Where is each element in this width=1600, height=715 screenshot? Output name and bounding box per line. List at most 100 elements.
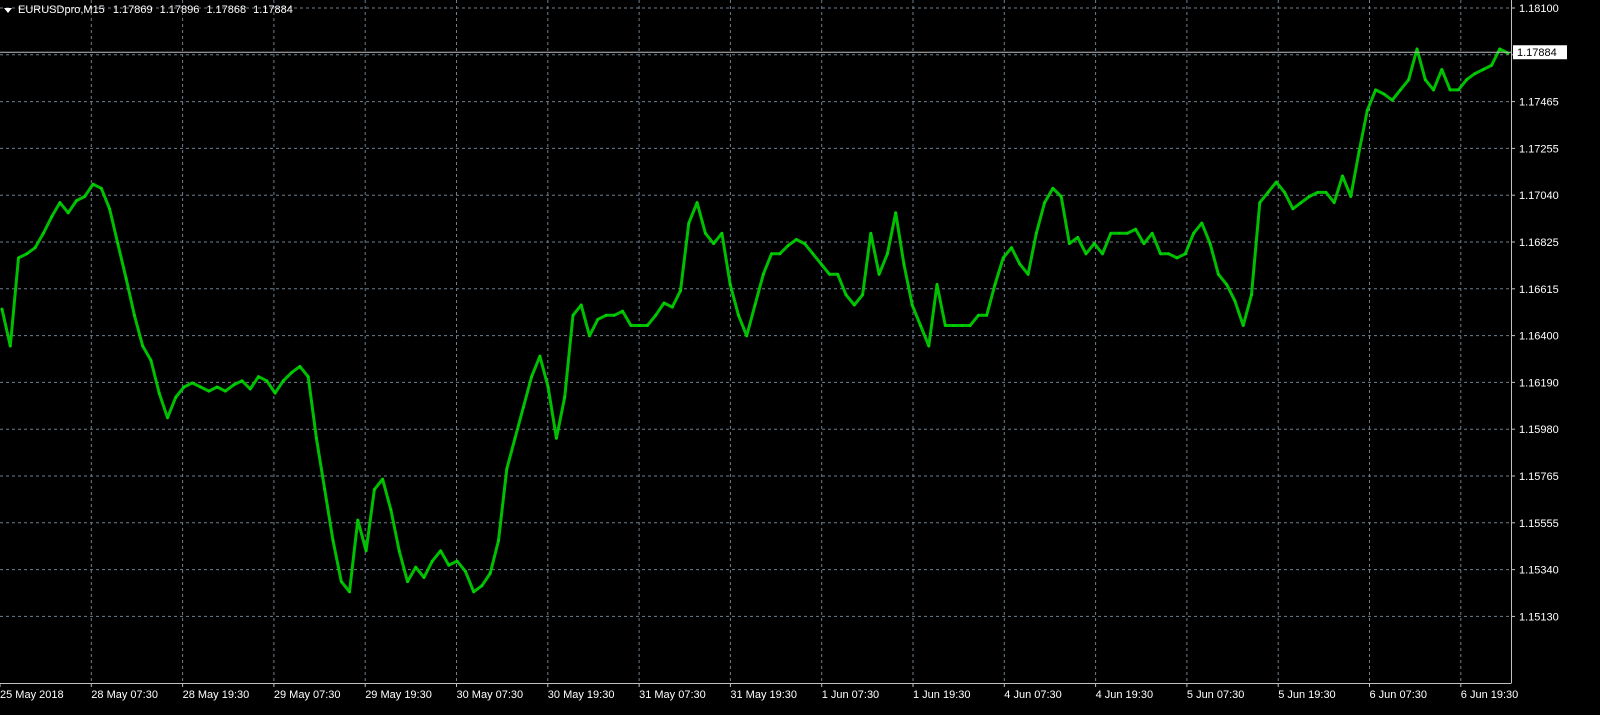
data-point <box>571 313 575 317</box>
y-tick-label: 1.15555 <box>1519 518 1559 530</box>
x-tick-label: 30 May 19:30 <box>548 689 615 701</box>
x-tick-label: 29 May 07:30 <box>274 689 341 701</box>
data-point <box>364 549 368 553</box>
data-point <box>1415 47 1419 51</box>
data-point <box>99 186 103 190</box>
data-point <box>720 231 724 235</box>
data-point <box>505 467 509 471</box>
data-point <box>778 252 782 256</box>
data-point <box>414 565 418 569</box>
data-point <box>1068 242 1071 246</box>
data-point <box>877 272 881 276</box>
data-point <box>248 387 252 391</box>
data-point <box>298 365 302 368</box>
data-point <box>190 381 194 385</box>
x-tick-label: 6 Jun 07:30 <box>1370 689 1428 701</box>
data-point <box>339 580 343 583</box>
data-point <box>1217 272 1220 276</box>
data-point <box>1150 231 1154 235</box>
data-point <box>753 303 757 307</box>
data-point <box>1225 283 1229 286</box>
data-point <box>695 201 699 205</box>
y-tick-label: 1.15340 <box>1519 565 1559 577</box>
data-point <box>1457 88 1460 92</box>
data-point <box>1316 191 1320 194</box>
data-point <box>728 283 732 286</box>
data-point <box>596 318 600 321</box>
data-point <box>985 313 989 317</box>
data-point <box>563 395 567 399</box>
x-tick-label: 31 May 19:30 <box>730 689 797 701</box>
data-point <box>646 324 649 327</box>
data-point <box>199 385 203 389</box>
data-point <box>530 375 533 379</box>
data-point <box>803 242 806 246</box>
data-point <box>174 395 178 399</box>
data-point <box>1134 227 1137 231</box>
data-point <box>1490 64 1493 67</box>
price-chart[interactable]: 1.181001.176801.174651.172551.170401.168… <box>0 0 1600 715</box>
data-point <box>795 238 798 241</box>
data-point <box>373 488 376 491</box>
y-tick-label: 1.18100 <box>1519 3 1559 15</box>
data-point <box>315 436 318 440</box>
x-tick-label: 6 Jun 19:30 <box>1461 689 1519 701</box>
y-tick-label: 1.16615 <box>1519 284 1559 296</box>
data-point <box>621 309 624 313</box>
data-point <box>381 477 384 481</box>
data-point <box>273 391 277 395</box>
data-point <box>886 252 889 256</box>
data-point <box>1059 195 1063 198</box>
data-point <box>977 313 980 317</box>
data-point <box>1332 201 1336 205</box>
data-point <box>712 242 715 246</box>
x-tick-label: 1 Jun 19:30 <box>913 689 971 701</box>
data-point <box>1250 293 1253 297</box>
chart-menu-triangle-icon[interactable] <box>4 7 12 13</box>
data-point <box>1200 221 1204 225</box>
x-tick-label: 4 Jun 07:30 <box>1004 689 1062 701</box>
data-point <box>356 518 360 522</box>
data-point <box>968 324 972 327</box>
data-point <box>588 334 591 338</box>
data-point <box>17 256 20 260</box>
data-point <box>1423 78 1427 82</box>
data-point <box>1349 195 1353 198</box>
x-tick-label: 28 May 07:30 <box>91 689 158 701</box>
data-point <box>546 385 550 389</box>
x-tick-label: 25 May 2018 <box>0 689 64 701</box>
data-point <box>1498 47 1502 51</box>
data-point <box>25 252 29 256</box>
data-point <box>521 406 525 409</box>
data-point <box>1159 252 1162 256</box>
data-point <box>579 303 583 307</box>
data-point <box>50 215 53 219</box>
data-point <box>472 590 476 594</box>
data-point <box>612 313 616 317</box>
data-point <box>1324 191 1328 194</box>
data-point <box>836 272 840 276</box>
data-point <box>1341 174 1344 178</box>
data-point <box>406 580 409 583</box>
data-point <box>811 252 815 256</box>
chart-canvas[interactable]: 1.181001.176801.174651.172551.170401.168… <box>0 0 1600 715</box>
data-point <box>331 539 335 542</box>
data-point <box>480 584 484 588</box>
quote-close: 1.17884 <box>253 4 293 16</box>
data-point <box>1258 201 1262 205</box>
data-point <box>430 559 434 563</box>
data-point <box>1357 150 1361 153</box>
data-point <box>629 324 633 327</box>
data-point <box>1126 231 1129 235</box>
data-point <box>1084 252 1088 256</box>
data-point <box>497 539 500 542</box>
data-point <box>1001 256 1005 260</box>
data-point <box>1142 242 1146 246</box>
data-point <box>1440 68 1444 71</box>
data-point <box>704 231 707 235</box>
x-tick-label: 30 May 07:30 <box>457 689 524 701</box>
data-point <box>348 590 351 594</box>
data-point <box>1266 191 1270 194</box>
data-point <box>397 549 401 553</box>
data-point <box>910 303 914 307</box>
